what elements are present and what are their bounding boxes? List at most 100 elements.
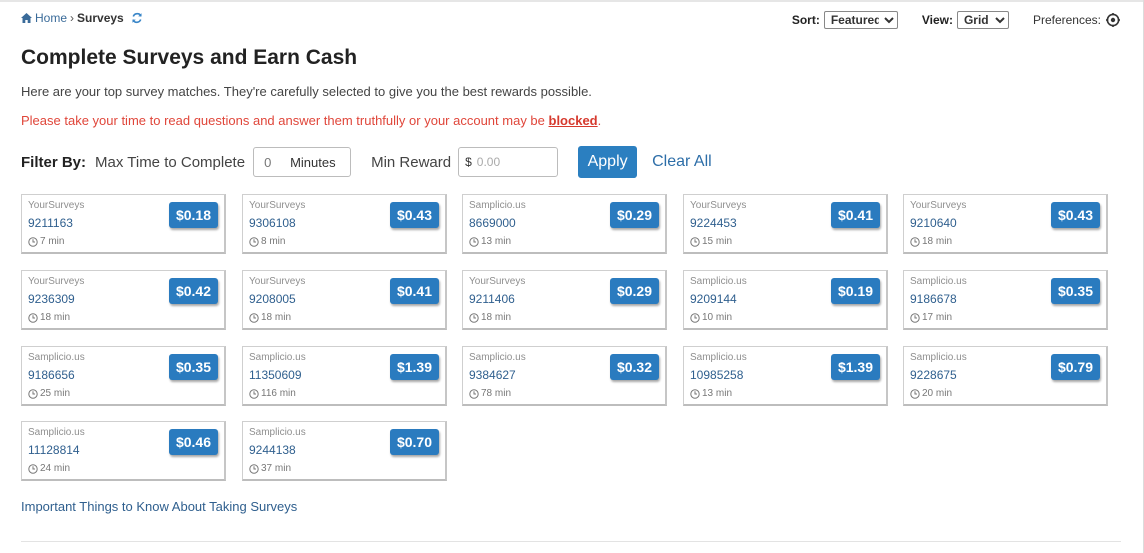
survey-time: 18 min: [922, 236, 953, 247]
survey-id[interactable]: 9211406: [469, 292, 515, 306]
survey-card[interactable]: Samplicio.us 11128814 24 min $0.46: [21, 421, 226, 481]
view-select[interactable]: Grid: [956, 11, 1009, 29]
survey-time: 7 min: [40, 236, 65, 247]
view-label: View:: [921, 13, 953, 27]
gear-icon: [1106, 13, 1120, 27]
refresh-button[interactable]: [131, 12, 143, 24]
min-reward-input[interactable]: $ 0.00: [458, 147, 559, 177]
reward-button[interactable]: $0.19: [831, 278, 880, 304]
survey-id[interactable]: 9384627: [469, 368, 516, 382]
survey-card[interactable]: Samplicio.us 9209144 10 min $0.19: [683, 270, 888, 330]
page-title: Complete Surveys and Earn Cash: [21, 46, 358, 69]
reward-button[interactable]: $0.46: [169, 429, 218, 455]
clock-icon: [690, 388, 700, 399]
reward-button[interactable]: $0.79: [1051, 354, 1100, 380]
clock-icon: [249, 236, 259, 247]
reward-button[interactable]: $1.39: [390, 354, 439, 380]
survey-provider: Samplicio.us: [690, 352, 747, 363]
reward-button[interactable]: $0.42: [169, 278, 218, 304]
survey-duration: 37 min: [249, 463, 291, 474]
survey-id[interactable]: 9209144: [690, 292, 737, 306]
reward-button[interactable]: $0.41: [390, 278, 439, 304]
survey-id[interactable]: 9236309: [28, 292, 75, 306]
survey-card[interactable]: Samplicio.us 8669000 13 min $0.29: [462, 194, 667, 254]
survey-card[interactable]: YourSurveys 9306108 8 min $0.43: [242, 194, 447, 254]
reward-button[interactable]: $0.35: [1051, 278, 1100, 304]
survey-id[interactable]: 9228675: [910, 368, 957, 382]
reward-button[interactable]: $0.43: [390, 202, 439, 228]
survey-card[interactable]: Samplicio.us 9384627 78 min $0.32: [462, 346, 667, 406]
survey-card[interactable]: Samplicio.us 9244138 37 min $0.70: [242, 421, 447, 481]
survey-time: 15 min: [702, 236, 733, 247]
survey-duration: 15 min: [690, 236, 732, 247]
survey-time: 13 min: [702, 388, 733, 399]
reward-button[interactable]: $0.29: [610, 278, 659, 304]
warning-suffix: .: [597, 113, 602, 128]
blocked-link[interactable]: blocked: [549, 113, 598, 128]
preferences-button[interactable]: Preferences:: [1033, 13, 1120, 27]
clock-icon: [910, 312, 920, 323]
survey-provider: YourSurveys: [28, 276, 85, 287]
survey-id[interactable]: 9224453: [690, 216, 737, 230]
breadcrumb: Home › Surveys: [21, 11, 143, 25]
survey-info-link[interactable]: Important Things to Know About Taking Su…: [21, 499, 297, 514]
reward-button[interactable]: $0.29: [610, 202, 659, 228]
survey-card[interactable]: YourSurveys 9208005 18 min $0.41: [242, 270, 447, 330]
apply-button[interactable]: Apply: [578, 146, 638, 178]
clock-icon: [690, 236, 700, 247]
survey-time: 24 min: [40, 463, 71, 474]
survey-duration: 20 min: [910, 388, 952, 399]
survey-provider: Samplicio.us: [469, 352, 526, 363]
survey-id[interactable]: 8669000: [469, 216, 516, 230]
warning-text: Please take your time to read questions …: [21, 113, 549, 128]
survey-duration: 18 min: [28, 312, 70, 323]
survey-id[interactable]: 9306108: [249, 216, 296, 230]
clock-icon: [469, 312, 479, 323]
sort-select[interactable]: Featured: [823, 11, 898, 29]
survey-card[interactable]: YourSurveys 9236309 18 min $0.42: [21, 270, 226, 330]
reward-button[interactable]: $1.39: [831, 354, 880, 380]
reward-button[interactable]: $0.41: [831, 202, 880, 228]
breadcrumb-home-label[interactable]: Home: [35, 11, 67, 25]
survey-card[interactable]: Samplicio.us 9228675 20 min $0.79: [903, 346, 1108, 406]
survey-card[interactable]: Samplicio.us 11350609 116 min $1.39: [242, 346, 447, 406]
max-time-input[interactable]: 0 Minutes: [253, 147, 352, 177]
toolbar-controls: Sort: Featured View: Grid Preferences:: [792, 11, 1120, 29]
warning-message: Please take your time to read questions …: [21, 113, 601, 128]
survey-provider: Samplicio.us: [28, 427, 85, 438]
survey-provider: YourSurveys: [28, 200, 85, 211]
min-reward-placeholder[interactable]: 0.00: [477, 155, 500, 169]
reward-button[interactable]: $0.70: [390, 429, 439, 455]
clock-icon: [28, 236, 38, 247]
survey-provider: YourSurveys: [910, 200, 967, 211]
filter-bar: Filter By: Max Time to Complete 0 Minute…: [21, 146, 712, 178]
reward-button[interactable]: $0.43: [1051, 202, 1100, 228]
clear-all-button[interactable]: Clear All: [652, 153, 712, 171]
survey-id[interactable]: 10985258: [690, 368, 743, 382]
survey-id[interactable]: 9210640: [910, 216, 957, 230]
reward-button[interactable]: $0.18: [169, 202, 218, 228]
survey-id[interactable]: 11128814: [28, 443, 80, 457]
survey-card[interactable]: YourSurveys 9210640 18 min $0.43: [903, 194, 1108, 254]
breadcrumb-home[interactable]: Home: [21, 11, 67, 25]
survey-card[interactable]: YourSurveys 9211406 18 min $0.29: [462, 270, 667, 330]
survey-id[interactable]: 11350609: [249, 368, 302, 382]
survey-card[interactable]: Samplicio.us 10985258 13 min $1.39: [683, 346, 888, 406]
survey-card[interactable]: YourSurveys 9211163 7 min $0.18: [21, 194, 226, 254]
reward-button[interactable]: $0.35: [169, 354, 218, 380]
survey-card[interactable]: Samplicio.us 9186678 17 min $0.35: [903, 270, 1108, 330]
survey-duration: 13 min: [690, 388, 732, 399]
reward-button[interactable]: $0.32: [610, 354, 659, 380]
survey-duration: 25 min: [28, 388, 70, 399]
breadcrumb-current: Surveys: [77, 11, 124, 25]
survey-id[interactable]: 9244138: [249, 443, 296, 457]
survey-id[interactable]: 9211163: [28, 216, 73, 230]
survey-card[interactable]: YourSurveys 9224453 15 min $0.41: [683, 194, 888, 254]
survey-card[interactable]: Samplicio.us 9186656 25 min $0.35: [21, 346, 226, 406]
survey-id[interactable]: 9208005: [249, 292, 296, 306]
survey-id[interactable]: 9186678: [910, 292, 957, 306]
survey-time: 25 min: [40, 388, 71, 399]
survey-id[interactable]: 9186656: [28, 368, 75, 382]
max-time-value[interactable]: 0: [264, 155, 286, 170]
survey-time: 116 min: [261, 388, 296, 399]
